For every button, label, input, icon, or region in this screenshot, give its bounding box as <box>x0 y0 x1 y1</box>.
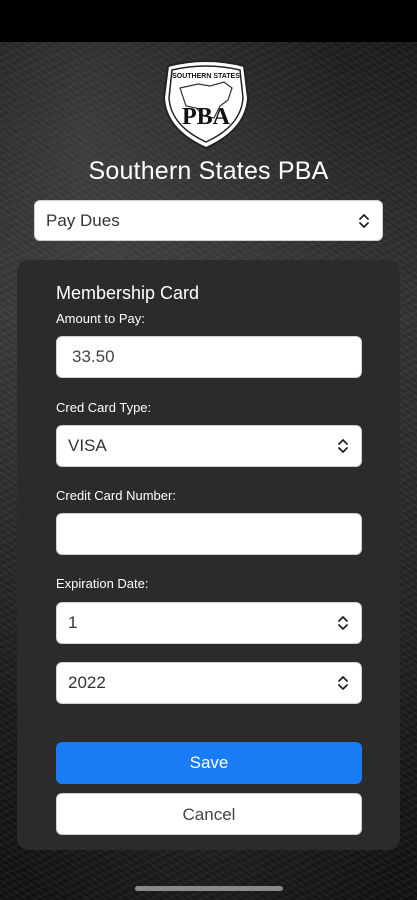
save-button[interactable]: Save <box>56 742 362 784</box>
expiration-label: Expiration Date: <box>56 576 149 591</box>
exp-year-select[interactable]: 2022 <box>56 662 362 704</box>
card-type-value: VISA <box>68 436 107 455</box>
cancel-button[interactable]: Cancel <box>56 793 362 835</box>
svg-text:PBA: PBA <box>182 104 231 130</box>
pba-logo: SOUTHERN STATES PBA <box>158 58 254 152</box>
chevron-up-down-icon <box>338 439 348 453</box>
exp-year-value: 2022 <box>68 673 106 692</box>
amount-input[interactable]: 33.50 <box>56 336 362 378</box>
card-number-input[interactable] <box>56 513 362 555</box>
exp-month-select[interactable]: 1 <box>56 602 362 644</box>
page-select-value: Pay Dues <box>46 210 120 230</box>
card-type-select[interactable]: VISA <box>56 425 362 467</box>
chevron-up-down-icon <box>359 213 369 228</box>
status-bar <box>0 0 417 42</box>
card-type-label: Cred Card Type: <box>56 400 152 415</box>
chevron-up-down-icon <box>338 676 348 690</box>
amount-value: 33.50 <box>72 347 115 366</box>
svg-text:SOUTHERN STATES: SOUTHERN STATES <box>172 73 240 80</box>
exp-month-value: 1 <box>68 613 78 632</box>
chevron-up-down-icon <box>338 616 348 630</box>
amount-label: Amount to Pay: <box>56 311 145 326</box>
home-indicator[interactable] <box>135 886 283 891</box>
page-select[interactable]: Pay Dues <box>34 200 383 241</box>
form-title: Membership Card <box>56 283 200 303</box>
app-title: Southern States PBA <box>88 157 329 185</box>
card-number-label: Credit Card Number: <box>56 488 176 503</box>
